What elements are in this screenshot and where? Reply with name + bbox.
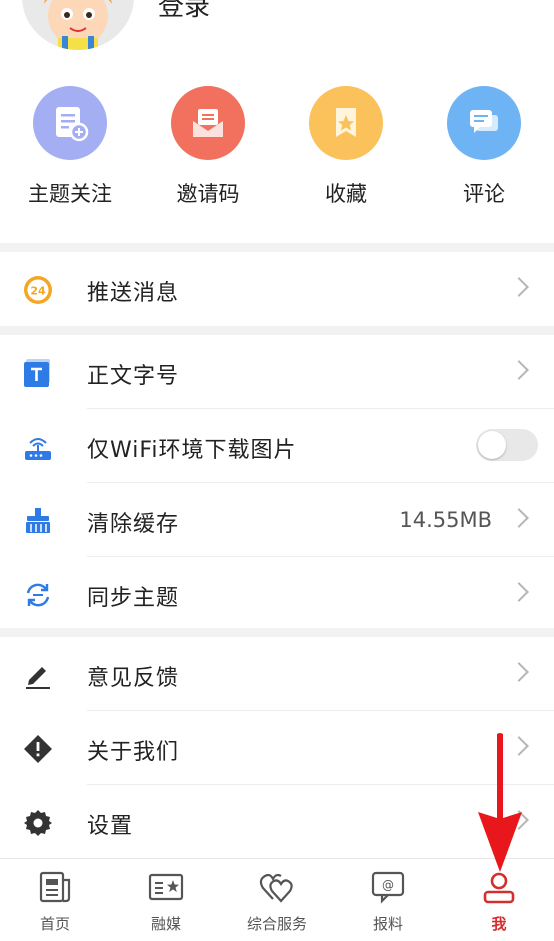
at-chat-icon: @: [370, 869, 406, 905]
diamond-alert-icon: [22, 733, 54, 765]
broom-icon: [22, 505, 54, 537]
nav-home[interactable]: 首页: [0, 869, 110, 934]
quick-label: 评论: [463, 182, 505, 206]
wifi-only-toggle[interactable]: [476, 429, 538, 461]
router-icon: [22, 431, 54, 463]
section-gap: [0, 628, 554, 637]
menu-push-messages[interactable]: 24 推送消息: [0, 252, 554, 326]
gear-icon: [22, 807, 54, 839]
nav-label: 综合服务: [246, 915, 307, 933]
menu-label: 意见反馈: [87, 666, 180, 691]
chevron-right-icon: [509, 508, 529, 528]
menu-label: 清除缓存: [87, 512, 180, 537]
menu-settings[interactable]: 设置: [0, 785, 554, 859]
menu-label: 正文字号: [87, 364, 180, 389]
chat-bubble-icon: [447, 86, 521, 160]
menu-label: 设置: [87, 814, 134, 839]
user-icon: [481, 869, 517, 905]
quick-invite-code[interactable]: 邀请码: [138, 86, 278, 208]
menu-label: 关于我们: [87, 740, 180, 765]
chevron-right-icon: [509, 810, 529, 830]
menu-clear-cache[interactable]: 清除缓存 14.55MB: [0, 483, 554, 557]
menu-font-size[interactable]: 正文字号: [0, 335, 554, 409]
chevron-right-icon: [509, 360, 529, 380]
doc-plus-icon: [33, 86, 107, 160]
envelope-icon: [171, 86, 245, 160]
login-label[interactable]: 登录: [158, 0, 210, 23]
pen-icon: [22, 659, 54, 691]
push-badge-text: 24: [30, 285, 46, 298]
nav-label: 融媒: [150, 915, 181, 933]
nav-label: 我: [491, 915, 507, 933]
newspaper-icon: [37, 869, 73, 905]
menu-label: 仅WiFi环境下载图片: [87, 438, 297, 463]
chevron-right-icon: [509, 736, 529, 756]
hearts-icon: [259, 869, 295, 905]
section-gap: [0, 326, 554, 335]
quick-label: 邀请码: [176, 182, 240, 206]
chevron-right-icon: [509, 582, 529, 602]
menu-label: 同步主题: [87, 586, 180, 611]
section-gap: [0, 243, 554, 252]
quick-label: 主题关注: [28, 182, 112, 206]
quick-comments[interactable]: 评论: [414, 86, 554, 208]
nav-me[interactable]: 我: [444, 869, 554, 934]
quick-actions: 主题关注 邀请码 收藏 评论: [0, 86, 554, 216]
menu-label: 推送消息: [87, 281, 180, 306]
menu-wifi-only-images: 仅WiFi环境下载图片: [0, 409, 554, 483]
cache-size-value: 14.55MB: [399, 508, 492, 532]
avatar[interactable]: [22, 0, 134, 50]
svg-text:@: @: [382, 878, 394, 892]
menu-about-us[interactable]: 关于我们: [0, 711, 554, 785]
nav-media[interactable]: 融媒: [111, 869, 221, 934]
bottom-nav: 首页 融媒 综合服务 @ 报料 我: [0, 858, 554, 941]
font-t-icon: [22, 357, 54, 389]
quick-topic-follow[interactable]: 主题关注: [0, 86, 140, 208]
nav-label: 报料: [372, 915, 403, 933]
bookmark-star-icon: [309, 86, 383, 160]
chevron-right-icon: [509, 277, 529, 297]
toggle-knob: [478, 431, 506, 459]
media-card-icon: [148, 869, 184, 905]
sync-icon: [22, 579, 54, 611]
profile-header: 登录: [0, 0, 554, 60]
nav-services[interactable]: 综合服务: [222, 869, 332, 934]
nav-report[interactable]: @ 报料: [333, 869, 443, 934]
quick-favorites[interactable]: 收藏: [276, 86, 416, 208]
menu-sync-theme[interactable]: 同步主题: [0, 557, 554, 631]
quick-label: 收藏: [325, 182, 367, 206]
nav-label: 首页: [39, 915, 70, 933]
clock-24-icon: 24: [22, 274, 54, 306]
chevron-right-icon: [509, 662, 529, 682]
menu-feedback[interactable]: 意见反馈: [0, 637, 554, 711]
